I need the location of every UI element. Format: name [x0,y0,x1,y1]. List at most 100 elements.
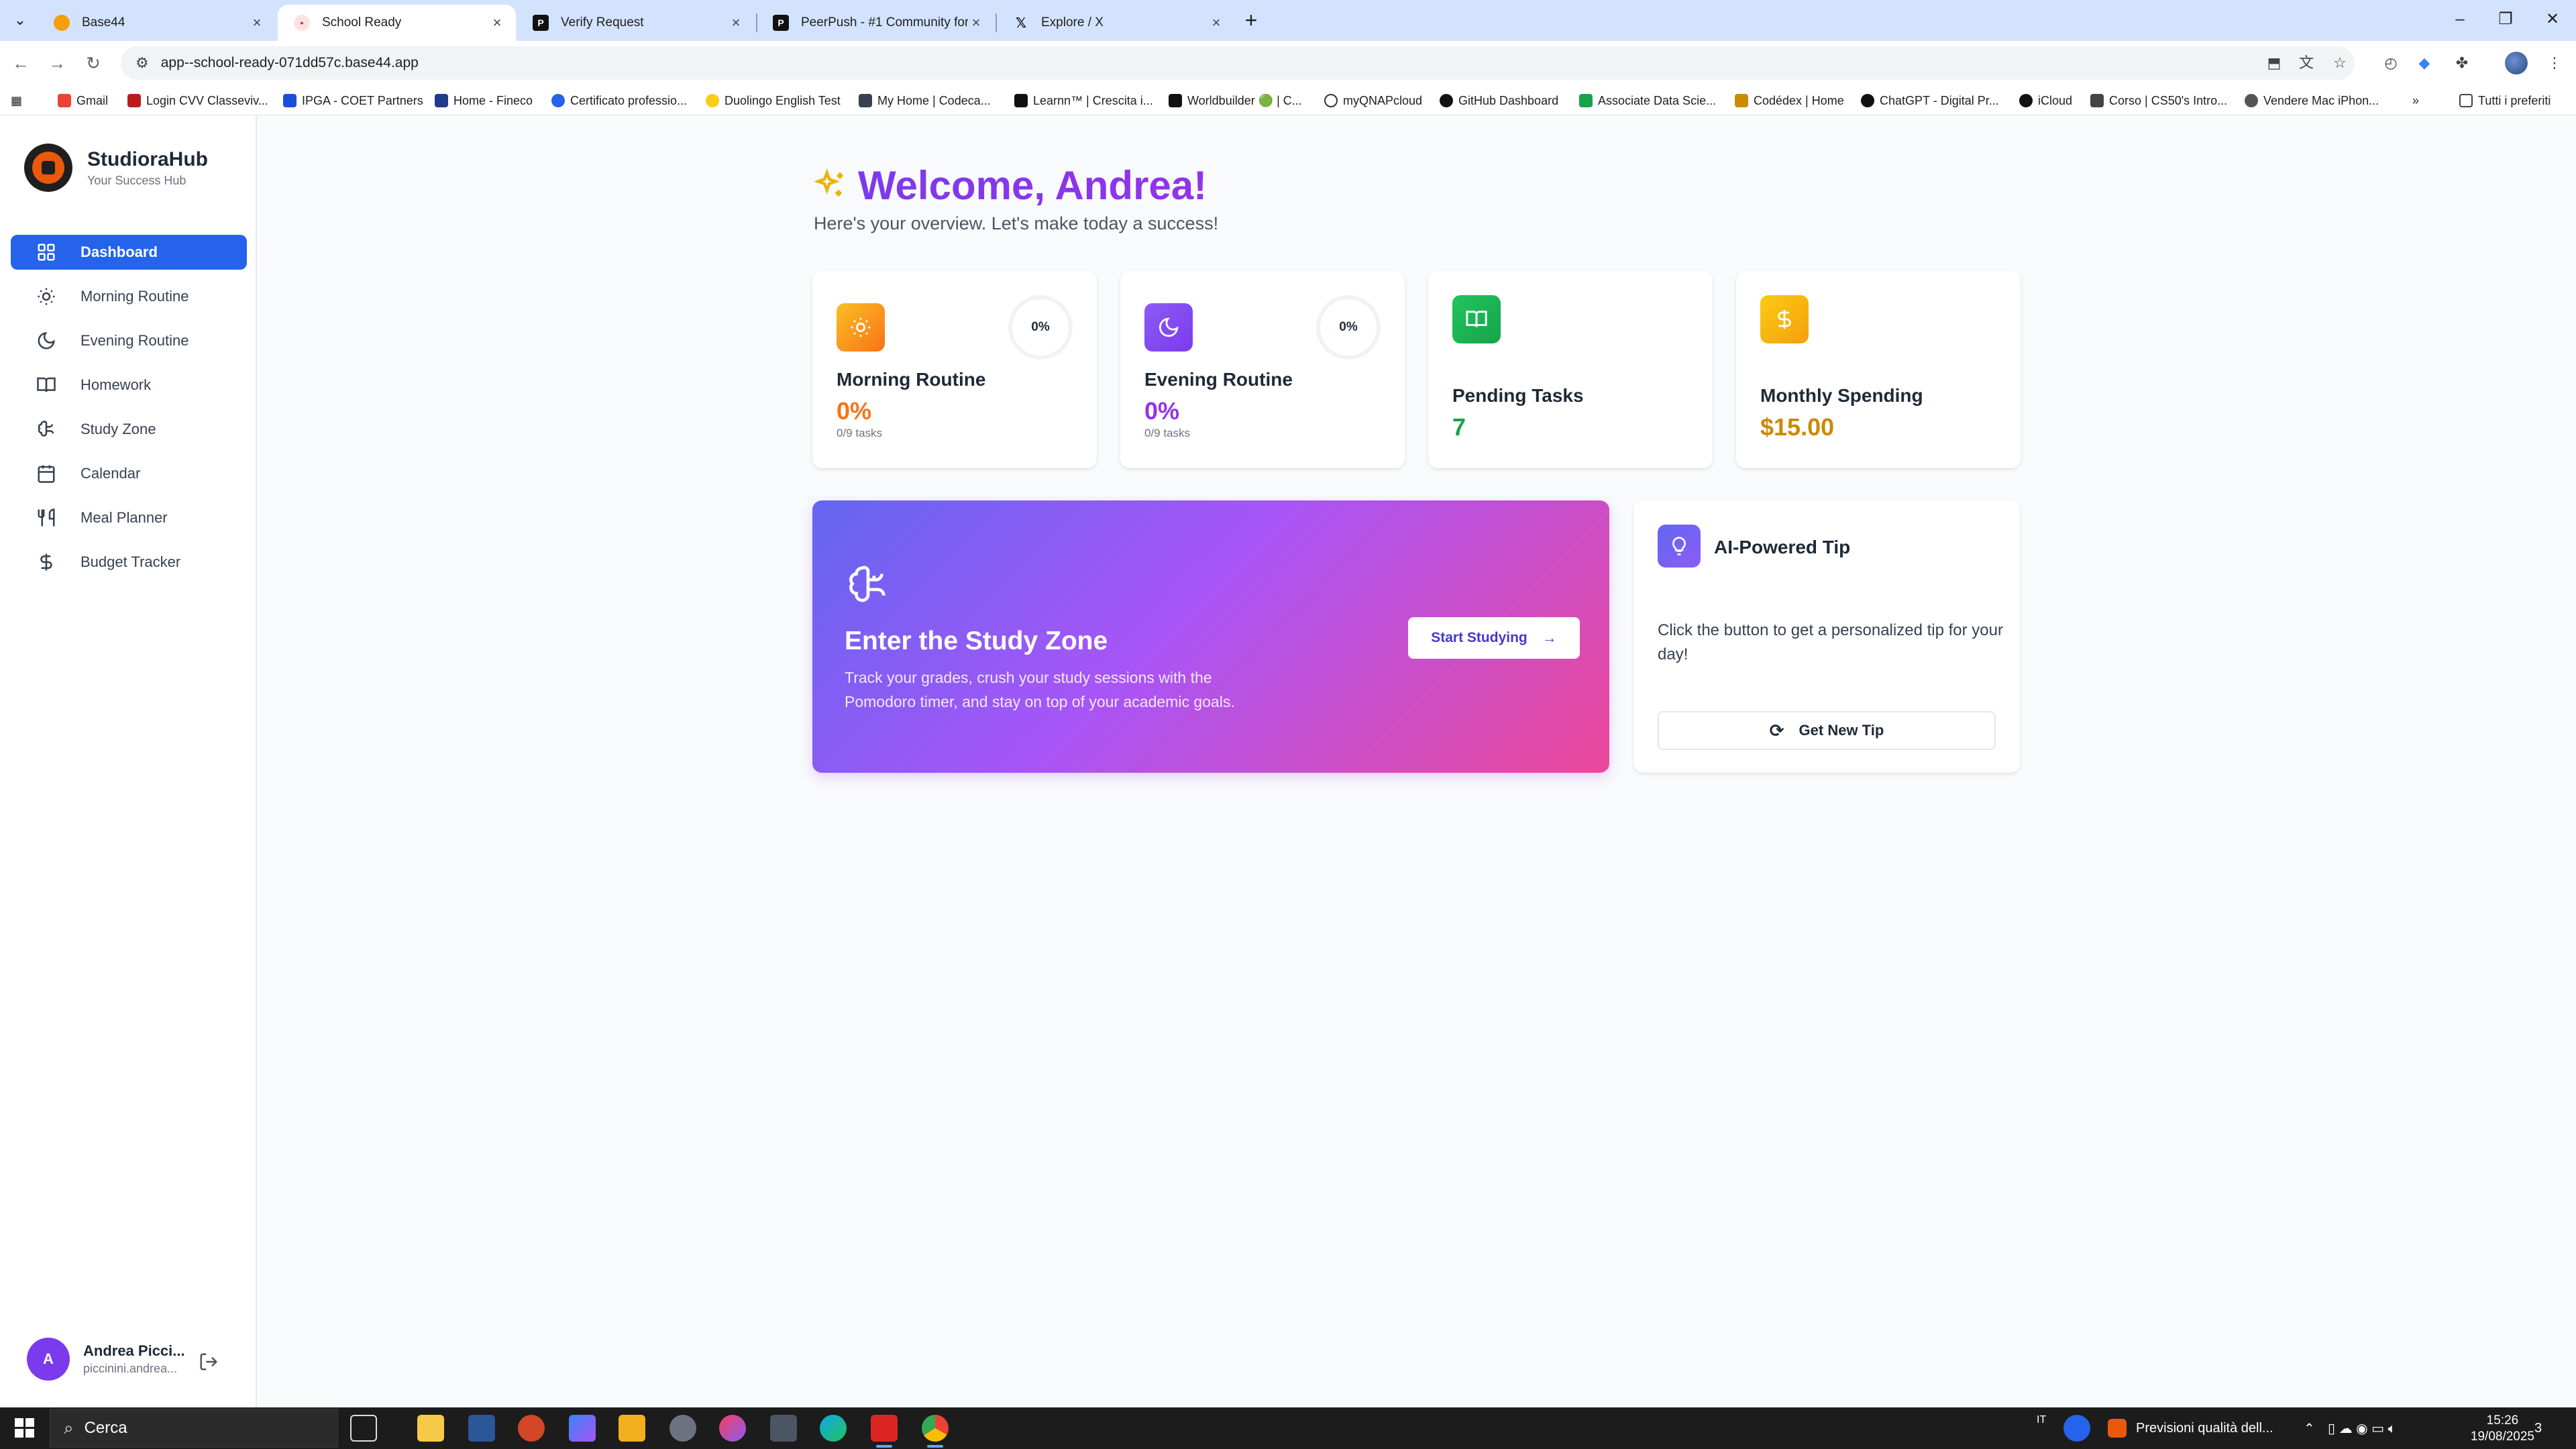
sidebar-item-study-zone[interactable]: Study Zone [11,412,247,447]
music-app-icon[interactable] [719,1415,746,1442]
bookmark-item[interactable]: Worldbuilder 🟢 | C... [1169,91,1302,111]
evening-routine-card[interactable]: 0% Evening Routine 0% 0/9 tasks [1120,271,1405,468]
notifications-icon[interactable]: 3 [2534,1407,2542,1449]
start-studying-button[interactable]: Start Studying → [1408,617,1580,659]
card-subtext: 0/9 tasks [837,427,883,439]
bookmark-label: Vendere Mac iPhon... [2263,93,2379,107]
monthly-spending-card[interactable]: Monthly Spending $15.00 [1736,271,2021,468]
more-bookmarks-icon[interactable]: » [2412,91,2419,111]
sidebar-item-evening-routine[interactable]: Evening Routine [11,323,247,358]
bookmark-item[interactable]: Codédex | Home [1735,91,1844,111]
sidebar-item-budget-tracker[interactable]: Budget Tracker [11,545,247,580]
brand[interactable]: StudioraHub Your Success Hub [24,144,208,192]
close-icon[interactable]: × [489,15,505,31]
tab-base44[interactable]: Base44 × [38,5,276,41]
bookmark-item[interactable]: My Home | Codeca... [859,91,991,111]
all-bookmarks-folder[interactable]: Tutti i preferiti [2459,91,2551,111]
system-tray-icons[interactable]: ▯ ☁ ◉ ▭ 🔈︎ [2328,1407,2396,1449]
apps-grid-icon[interactable]: ▦ [11,91,22,111]
moon-icon [38,332,55,350]
chatgpt-icon [1861,94,1874,107]
history-icon[interactable]: ◴ [2379,51,2403,75]
app-icon[interactable] [669,1415,696,1442]
clock[interactable]: 15:26 19/08/2025 [2471,1413,2534,1445]
install-app-icon[interactable]: ⬒ [2262,51,2286,75]
minimize-icon[interactable]: – [2436,0,2483,39]
input-language[interactable]: IT [2037,1399,2046,1441]
card-value: 0% [837,397,872,425]
new-tab-button[interactable]: + [1239,8,1263,32]
bookmark-item[interactable]: Certificato professio... [551,91,687,111]
logout-icon[interactable] [199,1352,219,1372]
word-app-icon[interactable] [468,1415,495,1442]
sidebar-item-label: Morning Routine [80,288,189,305]
bookmark-item[interactable]: IPGA - COET Partners [283,91,423,111]
profile-avatar[interactable] [2505,52,2528,74]
bookmark-star-icon[interactable]: ☆ [2328,51,2352,75]
bookmark-item[interactable]: Gmail [58,91,108,111]
close-icon[interactable]: × [968,15,984,31]
store-app-icon[interactable] [417,1415,444,1442]
help-icon[interactable] [2063,1415,2090,1442]
bookmark-item[interactable]: myQNAPcloud [1324,91,1422,111]
kebab-menu-icon[interactable]: ⋮ [2542,51,2567,75]
get-new-tip-button[interactable]: ⟳ Get New Tip [1658,711,1996,750]
ai-tip-body: Click the button to get a personalized t… [1658,621,2003,663]
close-icon[interactable]: × [1208,15,1224,31]
bookmark-item[interactable]: GitHub Dashboard [1440,91,1558,111]
extension-icon[interactable]: ◆ [2412,51,2436,75]
back-arrow-icon[interactable]: ← [8,50,34,76]
translate-icon[interactable]: 文 [2294,51,2318,75]
bookmark-item[interactable]: Learnn™ | Crescita i... [1014,91,1153,111]
close-icon[interactable]: × [249,15,265,31]
bookmark-label: myQNAPcloud [1343,93,1423,107]
task-view-icon[interactable] [350,1415,377,1442]
powerpoint-app-icon[interactable] [518,1415,545,1442]
sidebar-item-calendar[interactable]: Calendar [11,456,247,491]
reload-icon[interactable]: ↻ [80,50,106,76]
windows-start-icon[interactable] [15,1418,35,1438]
tray-overflow-icon[interactable]: ⌃ [2304,1407,2315,1449]
forward-arrow-icon[interactable]: → [44,50,70,76]
user-profile[interactable]: A Andrea Picci... piccinini.andrea... [27,1338,185,1381]
tab-explore-x[interactable]: 𝕏 Explore / X × [997,5,1235,41]
bookmark-item[interactable]: Vendere Mac iPhon... [2245,91,2379,111]
bookmark-item[interactable]: Home - Fineco [435,91,533,111]
bookmark-item[interactable]: Associate Data Scie... [1579,91,1716,111]
sidebar-item-dashboard[interactable]: Dashboard [11,235,247,270]
weather-widget[interactable]: Previsioni qualità dell... [2108,1407,2273,1449]
taskbar-search[interactable]: ⌕ Cerca [50,1409,338,1448]
bookmark-item[interactable]: ChatGPT - Digital Pr... [1861,91,1999,111]
bookmark-item[interactable]: Corso | CS50's Intro... [2090,91,2227,111]
copilot-app-icon[interactable] [569,1415,596,1442]
tab-peerpush[interactable]: P PeerPush - #1 Community for I × [757,5,995,41]
sidebar-item-homework[interactable]: Homework [11,368,247,402]
sidebar-item-morning-routine[interactable]: Morning Routine [11,279,247,314]
sidebar-item-label: Evening Routine [80,332,189,349]
media-player-icon[interactable] [871,1415,898,1448]
bookmark-item[interactable]: Login CVV Classeviv... [127,91,268,111]
pending-tasks-card[interactable]: Pending Tasks 7 [1428,271,1713,468]
school-ready-favicon-icon: • [294,15,310,31]
button-label: Get New Tip [1799,722,1884,739]
sidebar-item-meal-planner[interactable]: Meal Planner [11,500,247,535]
close-icon[interactable]: × [728,15,744,31]
morning-routine-card[interactable]: 0% Morning Routine 0% 0/9 tasks [812,271,1097,468]
bookmark-item[interactable]: iCloud [2019,91,2072,111]
file-explorer-icon[interactable] [619,1415,645,1442]
bookmark-label: Certificato professio... [570,93,688,107]
sparkles-icon [814,168,843,196]
tab-verify-request[interactable]: P Verify Request × [517,5,755,41]
tab-school-ready[interactable]: • School Ready × [278,5,516,41]
address-bar[interactable]: ⚙ app--school-ready-071dd57c.base44.app [121,46,2355,80]
bookmark-item[interactable]: Duolingo English Test [706,91,841,111]
site-settings-icon[interactable]: ⚙ [136,54,149,72]
chrome-browser-icon[interactable] [922,1415,949,1448]
window-close-icon[interactable]: ✕ [2529,0,2576,39]
calculator-icon[interactable] [770,1415,797,1442]
edge-browser-icon[interactable] [820,1415,847,1442]
restore-icon[interactable]: ❐ [2482,0,2529,39]
ai-tip-title: AI-Powered Tip [1714,537,1851,557]
extensions-puzzle-icon[interactable]: ✤ [2450,51,2474,75]
tab-search-chevron-icon[interactable]: ⌄ [8,8,32,32]
